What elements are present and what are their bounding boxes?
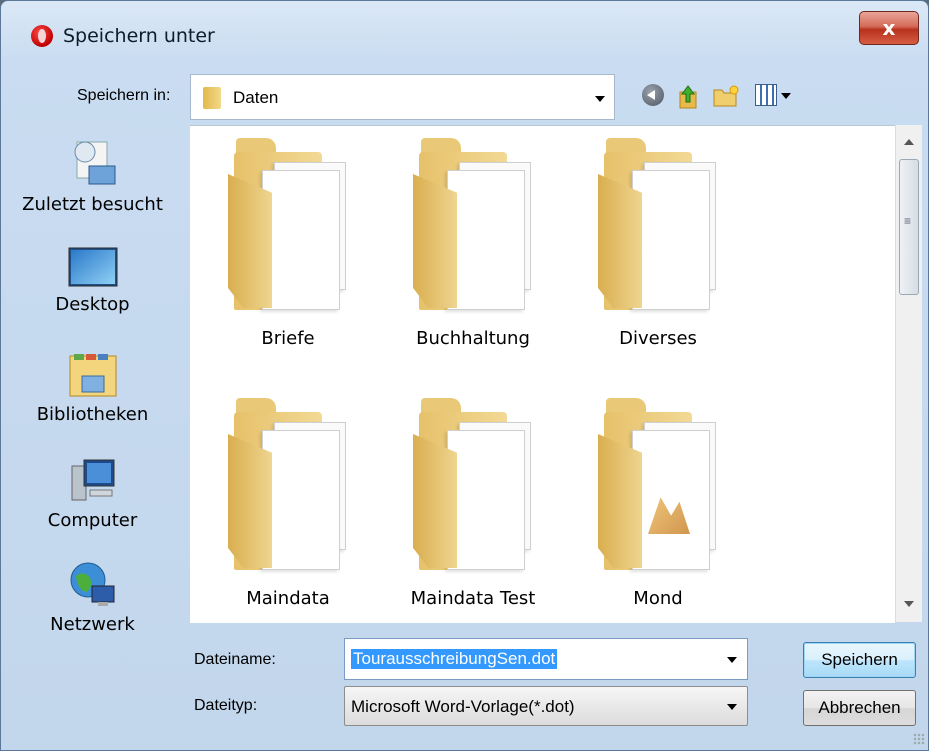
views-dropdown-icon[interactable] — [781, 93, 791, 99]
scroll-thumb[interactable] — [899, 159, 919, 295]
folder-icon — [413, 398, 533, 570]
folder-icon — [598, 138, 718, 310]
folder-name: Diverses — [619, 328, 697, 349]
sidebar-item-label: Computer — [47, 510, 138, 531]
up-folder-icon[interactable] — [677, 84, 699, 110]
chevron-down-icon[interactable] — [727, 657, 737, 663]
folder-item-maindata[interactable]: Maindata — [198, 398, 378, 628]
file-list[interactable]: Briefe Buchhaltung Diverses Maindata Mai… — [190, 125, 895, 623]
save-button[interactable]: Speichern — [803, 642, 916, 678]
sidebar-item-label: Zuletzt besucht — [22, 194, 163, 215]
back-icon[interactable] — [642, 84, 664, 106]
filetype-value: Microsoft Word-Vorlage(*.dot) — [351, 697, 575, 716]
folder-item-diverses[interactable]: Diverses — [568, 138, 748, 368]
folder-icon — [203, 87, 221, 109]
places-sidebar: Zuletzt besucht Desktop Bibliotheken Com… — [1, 126, 184, 646]
lookin-label: Speichern in: — [77, 87, 171, 104]
new-folder-icon[interactable] — [712, 84, 740, 108]
recent-places-icon — [69, 136, 117, 190]
views-icon[interactable] — [755, 84, 777, 106]
sidebar-item-network[interactable]: Netzwerk — [1, 560, 184, 635]
folder-icon — [413, 138, 533, 310]
sidebar-item-libraries[interactable]: Bibliotheken — [1, 352, 184, 425]
folder-item-maindata-test[interactable]: Maindata Test — [383, 398, 563, 628]
filetype-label: Dateityp: — [194, 697, 258, 714]
folder-item-buchhaltung[interactable]: Buchhaltung — [383, 138, 563, 368]
opera-logo-icon — [31, 25, 53, 47]
scroll-up-icon[interactable] — [904, 139, 914, 145]
chevron-down-icon[interactable] — [727, 704, 737, 710]
desktop-icon — [68, 246, 118, 290]
filename-label: Dateiname: — [194, 651, 276, 668]
vertical-scrollbar[interactable] — [895, 125, 922, 622]
lookin-dropdown[interactable]: Daten — [190, 74, 615, 120]
title-bar[interactable]: Speichern unter x — [1, 1, 929, 67]
sidebar-item-computer[interactable]: Computer — [1, 456, 184, 531]
folder-name: Buchhaltung — [416, 328, 530, 349]
scroll-down-icon[interactable] — [904, 601, 914, 607]
sidebar-item-recent[interactable]: Zuletzt besucht — [1, 136, 184, 215]
folder-name: Maindata Test — [410, 588, 536, 609]
sidebar-item-label: Desktop — [55, 294, 130, 315]
computer-icon — [68, 456, 118, 506]
folder-item-briefe[interactable]: Briefe — [198, 138, 378, 368]
close-button[interactable]: x — [859, 11, 919, 45]
resize-grip[interactable] — [913, 733, 925, 745]
network-icon — [68, 560, 118, 610]
libraries-icon — [68, 352, 118, 400]
window-title: Speichern unter — [63, 25, 215, 47]
folder-icon — [228, 138, 348, 310]
sidebar-item-desktop[interactable]: Desktop — [1, 246, 184, 315]
filename-input[interactable]: TourausschreibungSen.dot — [344, 638, 748, 680]
cancel-button[interactable]: Abbrechen — [803, 690, 916, 726]
sidebar-item-label: Bibliotheken — [36, 404, 149, 425]
folder-item-mond[interactable]: Mond — [568, 398, 748, 628]
filetype-select[interactable]: Microsoft Word-Vorlage(*.dot) — [344, 686, 748, 726]
folder-icon — [228, 398, 348, 570]
sidebar-item-label: Netzwerk — [50, 614, 135, 635]
save-as-dialog: Speichern unter x Speichern in: Daten Zu… — [0, 0, 929, 751]
filename-value: TourausschreibungSen.dot — [351, 649, 558, 669]
chevron-down-icon[interactable] — [595, 96, 605, 102]
folder-name: Maindata — [246, 588, 330, 609]
lookin-value: Daten — [233, 88, 279, 107]
folder-name: Briefe — [261, 328, 315, 349]
folder-name: Mond — [633, 588, 683, 609]
folder-with-images-icon — [598, 398, 718, 570]
